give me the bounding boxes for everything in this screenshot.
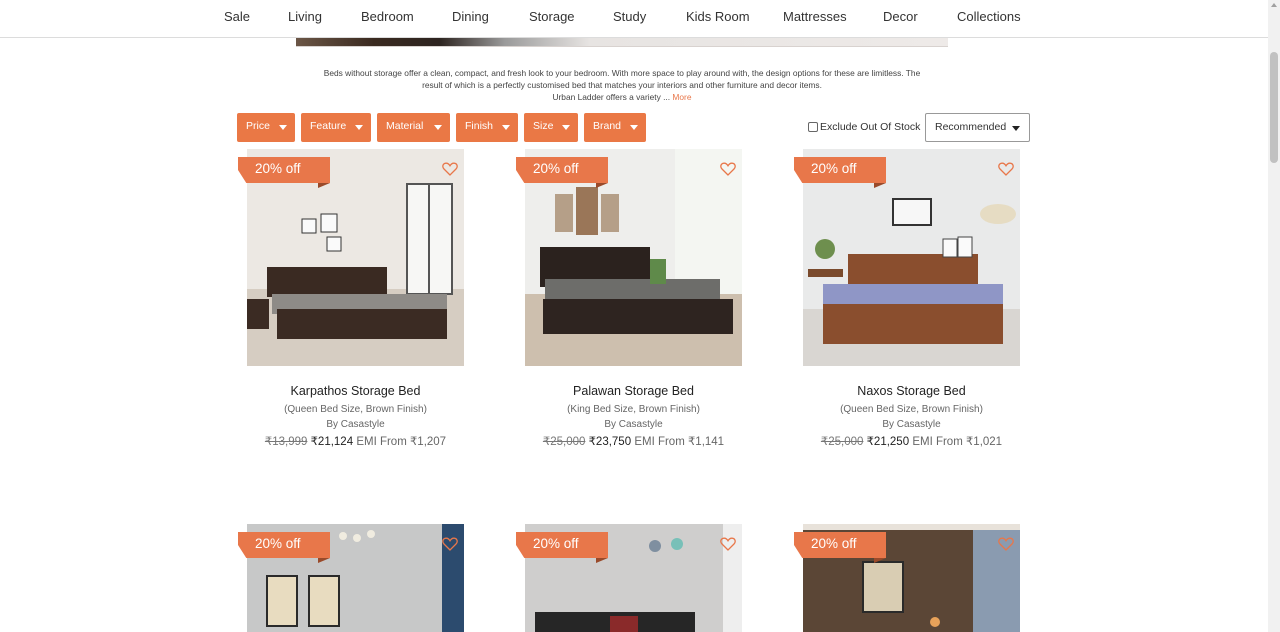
banner-divider [296,46,948,47]
sort-selected-value: Recommended [935,121,1007,133]
wishlist-heart-icon[interactable] [720,537,736,551]
description-line-1: Beds without storage offer a clean, comp… [323,68,921,78]
wishlist-heart-icon[interactable] [998,537,1014,551]
wishlist-heart-icon[interactable] [442,162,458,176]
filter-finish[interactable]: Finish [456,113,518,142]
caret-down-icon [355,125,363,130]
product-name[interactable]: Palawan Storage Bed [505,384,762,398]
discount-badge: 20% off [516,532,608,558]
product-price: ₹25,000 ₹21,250 EMI From ₹1,021 [783,434,1040,448]
exclude-out-of-stock-checkbox[interactable] [808,122,818,132]
ribbon-fold [596,558,608,563]
discount-badge: 20% off [794,157,886,183]
filter-price[interactable]: Price [237,113,295,142]
ribbon-fold [596,183,608,188]
caret-down-icon [562,125,570,130]
product-name[interactable]: Karpathos Storage Bed [227,384,484,398]
wishlist-heart-icon[interactable] [720,162,736,176]
filter-size[interactable]: Size [524,113,578,142]
product-brand: By Casastyle [882,419,941,430]
product-emi: EMI From ₹1,021 [912,436,1003,448]
filter-brand-label: Brand [593,120,622,132]
nav-item-sale[interactable]: Sale [224,9,250,24]
product-emi: EMI From ₹1,141 [634,436,725,448]
product-variant: (Queen Bed Size, Brown Finish) [284,404,427,415]
exclude-out-of-stock[interactable]: Exclude Out Of Stock [808,121,920,133]
vertical-scrollbar[interactable] [1268,0,1280,632]
caret-down-icon [434,125,442,130]
nav-item-storage[interactable]: Storage [529,9,575,24]
ribbon-fold [874,558,886,563]
product-offer-price: ₹21,124 [310,436,354,448]
filter-brand[interactable]: Brand [584,113,646,142]
discount-badge: 20% off [238,157,330,183]
nav-item-study[interactable]: Study [613,9,646,24]
wishlist-heart-icon[interactable] [442,537,458,551]
nav-item-decor[interactable]: Decor [883,9,918,24]
product-offer-price: ₹23,750 [588,436,632,448]
exclude-out-of-stock-label: Exclude Out Of Stock [820,121,921,133]
description-line-3: Urban Ladder offers a variety ... More [296,91,948,103]
wishlist-heart-icon[interactable] [998,162,1014,176]
filter-material[interactable]: Material [377,113,450,142]
caret-down-icon [630,125,638,130]
filter-material-label: Material [386,120,424,132]
product-mrp: ₹13,999 [264,436,308,448]
nav-item-living[interactable]: Living [288,9,322,24]
product-name[interactable]: Naxos Storage Bed [783,384,1040,398]
nav-item-mattresses[interactable]: Mattresses [783,9,847,24]
category-description: Beds without storage offer a clean, comp… [296,67,948,103]
ribbon-fold [874,183,886,188]
nav-item-kids-room[interactable]: Kids Room [686,9,750,24]
product-brand: By Casastyle [326,419,385,430]
scroll-up-arrow-icon[interactable] [1271,3,1277,7]
description-truncated: Urban Ladder offers a variety ... [552,92,671,102]
filter-price-label: Price [246,120,270,132]
product-price: ₹13,999 ₹21,124 EMI From ₹1,207 [227,434,484,448]
product-price: ₹25,000 ₹23,750 EMI From ₹1,141 [505,434,762,448]
product-emi: EMI From ₹1,207 [356,436,447,448]
nav-item-dining[interactable]: Dining [452,9,489,24]
top-navigation: Sale Living Bedroom Dining Storage Study… [0,0,1268,38]
filter-size-label: Size [533,120,554,132]
discount-badge: 20% off [794,532,886,558]
filter-feature-label: Feature [310,120,347,132]
product-offer-price: ₹21,250 [866,436,910,448]
description-line-2: result of which is a perfectly customise… [422,80,822,90]
caret-down-icon [1012,126,1020,131]
discount-badge: 20% off [238,532,330,558]
read-more-link[interactable]: More [672,92,691,102]
product-brand: By Casastyle [604,419,663,430]
scrollbar-thumb[interactable] [1270,52,1278,163]
ribbon-fold [318,558,330,563]
product-variant: (Queen Bed Size, Brown Finish) [840,404,983,415]
caret-down-icon [279,125,287,130]
nav-item-collections[interactable]: Collections [957,9,1021,24]
product-mrp: ₹25,000 [820,436,864,448]
filter-finish-label: Finish [465,120,494,132]
nav-item-bedroom[interactable]: Bedroom [361,9,414,24]
discount-badge: 20% off [516,157,608,183]
ribbon-fold [318,183,330,188]
filter-feature[interactable]: Feature [301,113,371,142]
product-variant: (King Bed Size, Brown Finish) [567,404,700,415]
caret-down-icon [502,125,510,130]
sort-dropdown[interactable]: Recommended [925,113,1030,142]
product-mrp: ₹25,000 [542,436,586,448]
